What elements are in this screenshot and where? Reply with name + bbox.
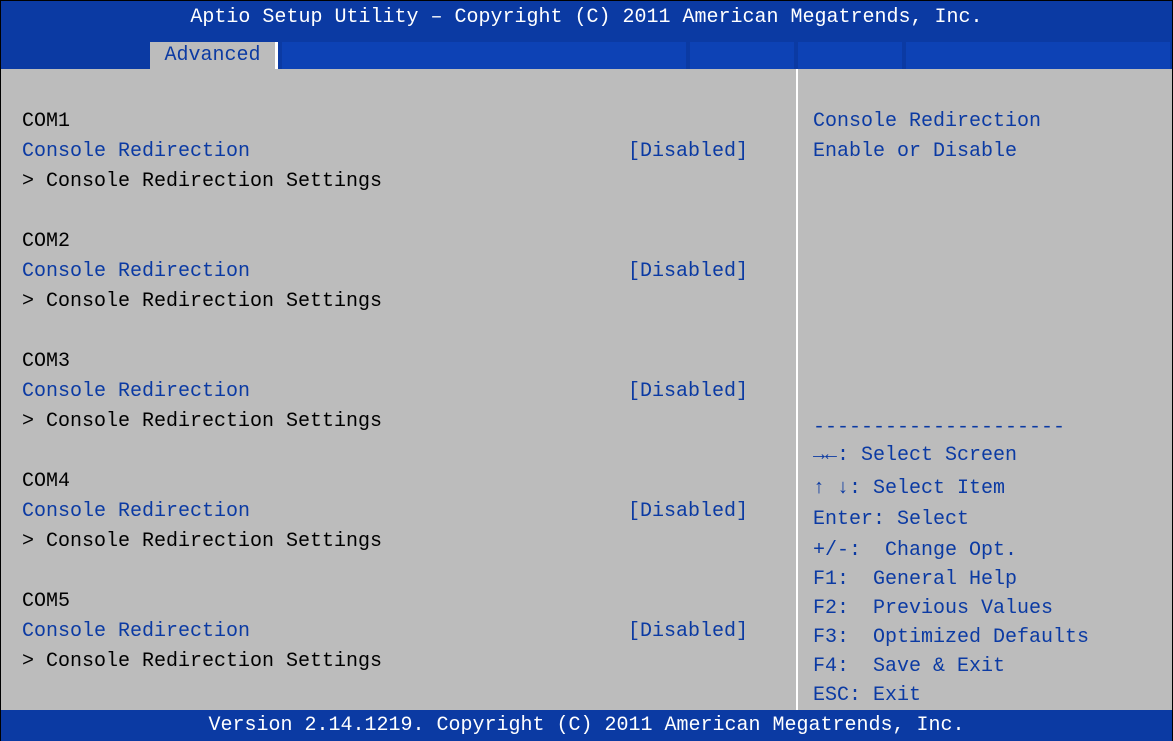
tab-spacer	[690, 42, 794, 69]
help-text: Enable or Disable	[813, 140, 1018, 163]
com-port-label: COM4	[22, 470, 71, 493]
key-hint: F1: General Help	[813, 568, 1018, 591]
com-port-label: COM1	[22, 110, 71, 133]
bios-window: Aptio Setup Utility – Copyright (C) 2011…	[0, 0, 1173, 741]
console-redirection-option[interactable]: Console Redirection	[22, 137, 250, 167]
panel-divider	[796, 69, 798, 710]
console-redirection-value[interactable]: [Disabled]	[628, 377, 748, 407]
console-redirection-settings-link[interactable]: > Console Redirection Settings	[22, 647, 382, 677]
footer-version: Version 2.14.1219. Copyright (C) 2011 Am…	[1, 710, 1172, 741]
key-hint: F2: Previous Values	[813, 597, 1054, 620]
com-port-label: COM5	[22, 590, 71, 613]
console-redirection-settings-link[interactable]: > Console Redirection Settings	[22, 527, 382, 557]
console-redirection-option[interactable]: Console Redirection	[22, 497, 250, 527]
console-redirection-settings-link[interactable]: > Console Redirection Settings	[22, 287, 382, 317]
console-redirection-value[interactable]: [Disabled]	[628, 617, 748, 647]
key-hint: F3: Optimized Defaults	[813, 626, 1090, 649]
tab-bar: Advanced	[1, 35, 1172, 69]
console-redirection-option[interactable]: Console Redirection	[22, 257, 250, 287]
com-port-label: COM3	[22, 350, 71, 373]
console-redirection-value[interactable]: [Disabled]	[628, 257, 748, 287]
com-port-label: COM2	[22, 230, 71, 253]
help-separator: ---------------------	[813, 416, 1066, 439]
title-bar: Aptio Setup Utility – Copyright (C) 2011…	[1, 1, 1172, 35]
key-hint: ESC: Exit	[813, 684, 922, 707]
key-hint: Enter: Select	[813, 508, 970, 531]
tab-advanced[interactable]: Advanced	[150, 42, 278, 69]
key-hint: →←: Select Screen	[813, 444, 1018, 467]
tab-spacer	[798, 42, 902, 69]
help-text: Console Redirection	[813, 110, 1042, 133]
console-redirection-value[interactable]: [Disabled]	[628, 137, 748, 167]
console-redirection-settings-link[interactable]: > Console Redirection Settings	[22, 167, 382, 197]
tab-spacer	[906, 42, 1170, 69]
key-hint: ↑ ↓: Select Item	[813, 477, 1006, 500]
console-redirection-option[interactable]: Console Redirection	[22, 377, 250, 407]
console-redirection-settings-link[interactable]: > Console Redirection Settings	[22, 407, 382, 437]
key-hint: F4: Save & Exit	[813, 655, 1006, 678]
key-hint: +/-: Change Opt.	[813, 539, 1018, 562]
tab-spacer	[282, 42, 686, 69]
console-redirection-option[interactable]: Console Redirection	[22, 617, 250, 647]
console-redirection-value[interactable]: [Disabled]	[628, 497, 748, 527]
